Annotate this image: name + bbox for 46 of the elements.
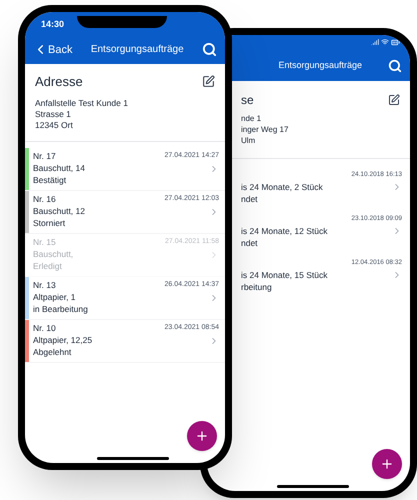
order-status: Abgelehnt — [33, 346, 72, 358]
order-material: Altpapier, 12,25 — [33, 334, 92, 346]
search-icon[interactable] — [388, 59, 402, 73]
search-icon[interactable] — [202, 42, 217, 58]
order-number: Nr. 10 — [33, 322, 57, 334]
order-number: Nr. 17 — [33, 150, 57, 162]
status-time: 14:30 — [41, 18, 64, 31]
order-material: Bauschutt, — [33, 248, 74, 260]
wifi-icon — [381, 38, 389, 46]
order-status: Erledigt — [33, 260, 63, 272]
plus-icon — [195, 429, 209, 443]
address-line: Strasse 1 — [35, 108, 72, 120]
order-material: is 24 Monate, 15 Stück — [241, 269, 328, 281]
signal-icon — [371, 38, 379, 46]
order-material: is 24 Monate, 2 Stück — [241, 181, 323, 193]
home-indicator — [97, 457, 169, 460]
home-indicator — [277, 485, 349, 488]
address-line: inger Weg 17 — [241, 124, 290, 135]
order-status: rbeitung — [241, 281, 273, 293]
order-number: Nr. 13 — [33, 278, 57, 290]
order-status: Storniert — [33, 216, 66, 228]
add-button[interactable] — [372, 449, 402, 479]
order-status: Bestätigt — [33, 174, 68, 186]
order-status: ndet — [241, 237, 259, 249]
address-line: 12345 Ort — [35, 120, 74, 130]
address-heading: se — [241, 92, 254, 109]
order-material: is 24 Monate, 12 Stück — [241, 225, 328, 237]
order-material: Bauschutt, 12 — [33, 204, 85, 216]
edit-icon[interactable] — [202, 75, 215, 88]
order-number: Nr. 16 — [33, 192, 57, 204]
address-line: Ulm — [241, 135, 256, 146]
address-line: Anfallstelle Test Kunde 1 — [35, 98, 129, 108]
plus-icon — [380, 457, 394, 471]
back-button[interactable]: Back — [33, 42, 72, 58]
nav-title: Entsorgungsaufträge — [90, 43, 184, 58]
order-status: ndet — [241, 193, 259, 205]
nav-title: Entsorgungsaufträge — [278, 59, 362, 72]
battery-icon — [391, 38, 400, 47]
address-heading: Adresse — [35, 73, 83, 91]
order-status: in Bearbeitung — [33, 302, 88, 314]
address-line: nde 1 — [241, 113, 262, 124]
order-material: Bauschutt, 14 — [33, 162, 85, 174]
order-number: Nr. 15 — [33, 236, 57, 248]
order-material: Altpapier, 1 — [33, 290, 77, 302]
edit-icon[interactable] — [388, 94, 400, 106]
add-button[interactable] — [187, 421, 217, 451]
